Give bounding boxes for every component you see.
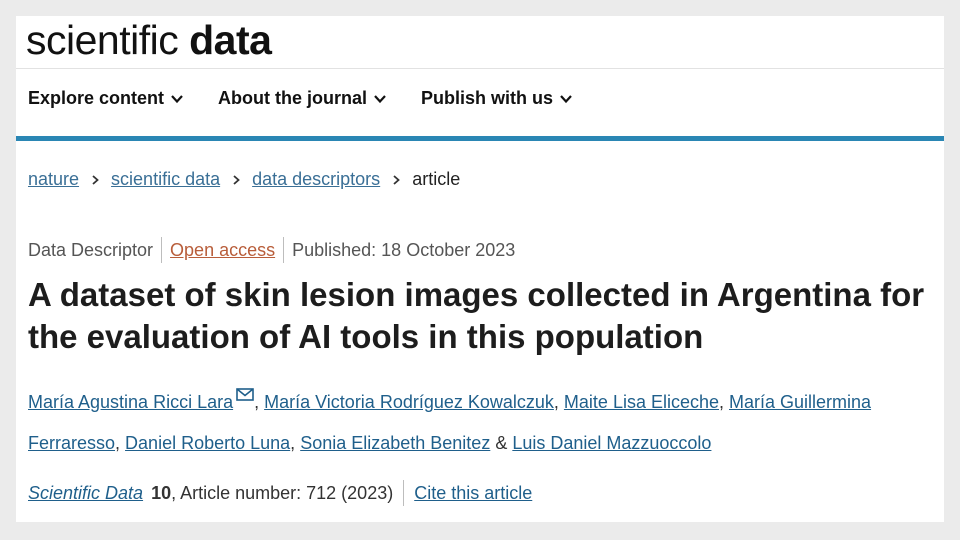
nav-label: Explore content	[28, 88, 165, 108]
nav-label: About the journal	[218, 88, 368, 108]
author-link[interactable]: Sonia Elizabeth Benitez	[300, 433, 490, 453]
breadcrumb-scientific-data[interactable]: scientific data	[111, 169, 220, 190]
header-divider	[16, 68, 944, 69]
nav-label: Publish with us	[421, 88, 554, 108]
article-type: Data Descriptor	[28, 239, 154, 260]
breadcrumb-data-descriptors[interactable]: data descriptors	[252, 169, 380, 190]
chevron-down-icon	[374, 94, 386, 103]
citation-line: Scientific Data 10 , Article number: 712…	[28, 480, 532, 506]
cite-this-article-link[interactable]: Cite this article	[414, 483, 532, 504]
citation-divider	[403, 480, 405, 506]
chevron-down-icon	[171, 94, 183, 103]
author-link[interactable]: Luis Daniel Mazzuoccolo	[512, 433, 711, 453]
chevron-right-icon	[233, 174, 240, 185]
author-link[interactable]: Daniel Roberto Luna	[125, 433, 290, 453]
article-page: scientific data Explore content About th…	[16, 16, 944, 522]
nav-publish-with-us[interactable]: Publish with us	[421, 88, 573, 109]
volume-number: 10	[151, 482, 172, 503]
meta-divider	[283, 237, 285, 263]
published-date: Published: 18 October 2023	[292, 239, 516, 260]
open-access-link[interactable]: Open access	[170, 240, 275, 261]
journal-logo[interactable]: scientific data	[26, 17, 272, 63]
article-title: A dataset of skin lesion images collecte…	[28, 276, 925, 355]
author-link[interactable]: Maite Lisa Eliceche	[564, 392, 719, 412]
meta-divider	[161, 237, 163, 263]
envelope-icon[interactable]	[236, 388, 254, 401]
logo-light-text: scientific	[26, 17, 179, 63]
chevron-right-icon	[393, 174, 401, 185]
nav-accent-rule	[16, 136, 944, 141]
main-nav: Explore content About the journal Publis…	[28, 88, 607, 109]
breadcrumb-nature[interactable]: nature	[28, 169, 79, 190]
nav-explore-content[interactable]: Explore content	[28, 88, 184, 109]
article-meta: Data Descriptor Open access Published: 1…	[28, 237, 515, 263]
nav-about-journal[interactable]: About the journal	[218, 88, 387, 109]
breadcrumb: nature scientific data data descriptors …	[28, 169, 460, 190]
author-link[interactable]: María Victoria Rodríguez Kowalczuk	[264, 392, 554, 412]
breadcrumb-current: article	[412, 169, 461, 189]
chevron-down-icon	[560, 94, 572, 103]
logo-bold-text: data	[189, 17, 272, 63]
chevron-right-icon	[92, 174, 99, 185]
author-list: María Agustina Ricci Lara, María Victori…	[28, 382, 933, 464]
article-number: , Article number: 712 (2023)	[171, 482, 394, 503]
author-link[interactable]: María Agustina Ricci Lara	[28, 392, 233, 412]
journal-name-link[interactable]: Scientific Data	[28, 483, 143, 504]
